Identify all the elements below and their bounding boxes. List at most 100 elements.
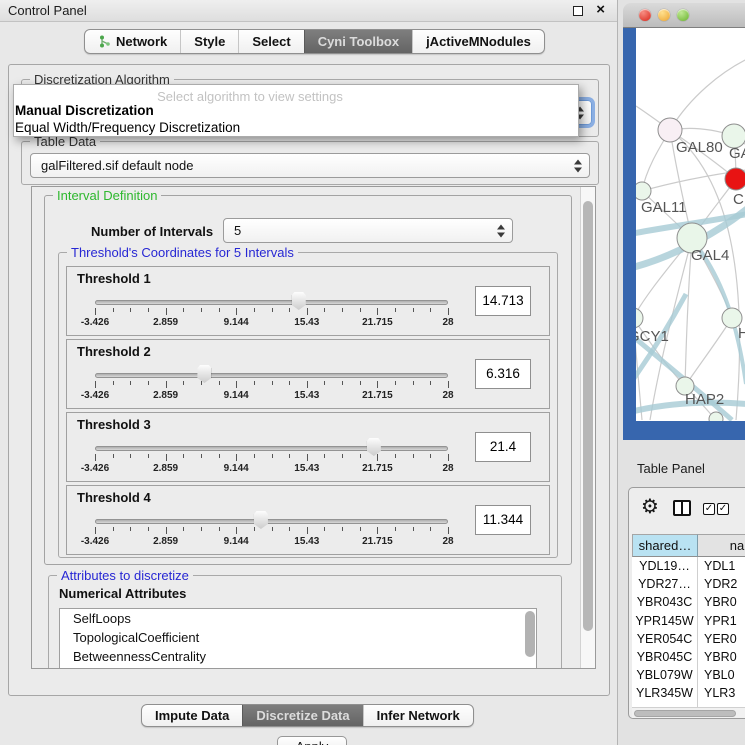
- checkbox-checked-icon[interactable]: ✓: [703, 503, 715, 515]
- gear-icon[interactable]: ⚙: [641, 494, 659, 519]
- slider-tick-label: 28: [442, 390, 453, 401]
- attribute-item[interactable]: TopologicalCoefficient: [60, 628, 536, 647]
- tab-network[interactable]: Network: [85, 30, 180, 53]
- close-traffic-light[interactable]: [639, 9, 651, 21]
- slider-tick: [289, 454, 290, 458]
- tab-discretize-data[interactable]: Discretize Data: [242, 705, 362, 726]
- tab-impute-data[interactable]: Impute Data: [142, 705, 242, 726]
- slider-tick: [413, 381, 414, 385]
- threshold-value-field[interactable]: 6.316: [475, 359, 531, 389]
- slider-tick: [342, 381, 343, 385]
- network-graph[interactable]: GAL80GACGAL11GAL4GCY1HAHAP2: [636, 28, 745, 421]
- table-row[interactable]: YDR27…YDR2: [632, 575, 745, 593]
- attributes-list-scrollbar[interactable]: [525, 611, 535, 657]
- network-node-label: C: [733, 191, 744, 208]
- slider-track[interactable]: [95, 300, 448, 305]
- slider-tick-label: -3.426: [81, 536, 109, 547]
- scrollbar-thumb[interactable]: [583, 201, 593, 631]
- threshold-value-field[interactable]: 11.344: [475, 505, 531, 535]
- float-window-icon[interactable]: [573, 6, 583, 16]
- bottom-tab-bar: Impute DataDiscretize DataInfer Network: [141, 704, 474, 727]
- table-row[interactable]: YDL19…YDL1: [632, 557, 745, 575]
- slider-tick-labels: -3.4262.8599.14415.4321.71528: [95, 536, 448, 548]
- slider-tick: [113, 381, 114, 385]
- table-cell: YLR345W: [632, 684, 698, 702]
- network-node[interactable]: [725, 168, 745, 190]
- slider-tick: [360, 527, 361, 531]
- checkbox-checked-icon[interactable]: ✓: [717, 503, 729, 515]
- table-horizontal-scrollbar[interactable]: [632, 707, 745, 718]
- slider-tick: [95, 308, 96, 315]
- threshold-value-field[interactable]: 21.4: [475, 432, 531, 462]
- network-view-window: GAL80GACGAL11GAL4GCY1HAHAP2: [623, 3, 745, 440]
- slider-tick: [166, 527, 167, 534]
- network-edge[interactable]: [670, 54, 745, 130]
- tab-style[interactable]: Style: [180, 30, 238, 53]
- slider-tick-label: 21.715: [362, 536, 393, 547]
- table-row[interactable]: YBR043CYBR0: [632, 593, 745, 611]
- network-canvas[interactable]: GAL80GACGAL11GAL4GCY1HAHAP2: [636, 28, 745, 421]
- slider-track[interactable]: [95, 373, 448, 378]
- threshold-label: Threshold 4: [77, 490, 151, 505]
- table-row[interactable]: YBL079WYBL0: [632, 666, 745, 684]
- slider-tick-label: -3.426: [81, 390, 109, 401]
- column-header-1[interactable]: shared…: [632, 534, 698, 557]
- network-node[interactable]: [636, 182, 651, 200]
- network-edge[interactable]: [685, 318, 732, 386]
- table-data-combobox[interactable]: galFiltered.sif default node: [30, 153, 590, 178]
- scrollbar-thumb[interactable]: [634, 710, 736, 717]
- slider-tick: [324, 308, 325, 312]
- table-cell: YDL1: [698, 557, 745, 575]
- table-row[interactable]: YER054CYER0: [632, 630, 745, 648]
- minimize-traffic-light[interactable]: [658, 9, 670, 21]
- slider-tick-label: 28: [442, 536, 453, 547]
- table-row[interactable]: YBR045CYBR0: [632, 648, 745, 666]
- network-node[interactable]: [709, 412, 723, 421]
- zoom-traffic-light[interactable]: [677, 9, 689, 21]
- slider-tick: [324, 454, 325, 458]
- table-cell: YBL079W: [632, 666, 698, 684]
- table-row[interactable]: YPR145WYPR1: [632, 612, 745, 630]
- slider-tick: [130, 308, 131, 312]
- tab-infer-network[interactable]: Infer Network: [363, 705, 473, 726]
- column-header-2[interactable]: na: [698, 534, 745, 557]
- table-row[interactable]: YLR345WYLR3: [632, 684, 745, 702]
- table-cell: YBR043C: [632, 593, 698, 611]
- slider-tick-label: 15.43: [294, 536, 319, 547]
- threshold-value-field[interactable]: 14.713: [475, 286, 531, 316]
- slider-tick: [148, 308, 149, 312]
- close-icon[interactable]: ×: [596, 1, 605, 18]
- table-cell: YBR0: [698, 593, 745, 611]
- popup-option-manual-discretization[interactable]: Manual Discretization: [15, 103, 154, 118]
- slider-tick: [113, 308, 114, 312]
- attribute-item[interactable]: SelfLoops: [60, 609, 536, 628]
- tab-cyni-toolbox[interactable]: Cyni Toolbox: [304, 30, 412, 53]
- settings-scroll-viewport: Interval Definition Number of Intervals …: [31, 186, 596, 669]
- slider-tick-label: 9.144: [224, 317, 249, 328]
- threshold-panel-1: Threshold 1-3.4262.8599.14415.4321.71528…: [66, 266, 550, 336]
- network-node[interactable]: [636, 308, 643, 328]
- slider-track[interactable]: [95, 519, 448, 524]
- table-cell: YPR145W: [632, 612, 698, 630]
- slider-tick: [448, 527, 449, 534]
- tab-jactivemnodules[interactable]: jActiveMNodules: [412, 30, 544, 53]
- numerical-attributes-list[interactable]: SelfLoopsTopologicalCoefficientBetweenne…: [59, 608, 537, 669]
- split-columns-icon[interactable]: [673, 500, 691, 516]
- attribute-item[interactable]: BetweennessCentrality: [60, 647, 536, 666]
- tab-label: jActiveMNodules: [426, 34, 531, 49]
- slider-tick: [219, 308, 220, 312]
- slider-tick: [166, 308, 167, 315]
- main-vertical-scrollbar[interactable]: [580, 187, 595, 668]
- tab-select[interactable]: Select: [238, 30, 303, 53]
- slider-tick-label: 15.43: [294, 390, 319, 401]
- cyni-toolbox-panel: Discretization Algorithm Table Data galF…: [8, 64, 610, 696]
- number-of-intervals-combobox[interactable]: 5: [223, 218, 513, 243]
- number-of-intervals-label: Number of Intervals: [91, 224, 213, 239]
- slider-tick: [307, 454, 308, 461]
- numerical-attributes-label: Numerical Attributes: [59, 586, 186, 601]
- popup-option-equal-width-frequency[interactable]: Equal Width/Frequency Discretization: [15, 120, 240, 135]
- slider-track[interactable]: [95, 446, 448, 451]
- slider-tick: [307, 527, 308, 534]
- apply-button[interactable]: Apply: [277, 736, 347, 745]
- slider-tick: [360, 308, 361, 312]
